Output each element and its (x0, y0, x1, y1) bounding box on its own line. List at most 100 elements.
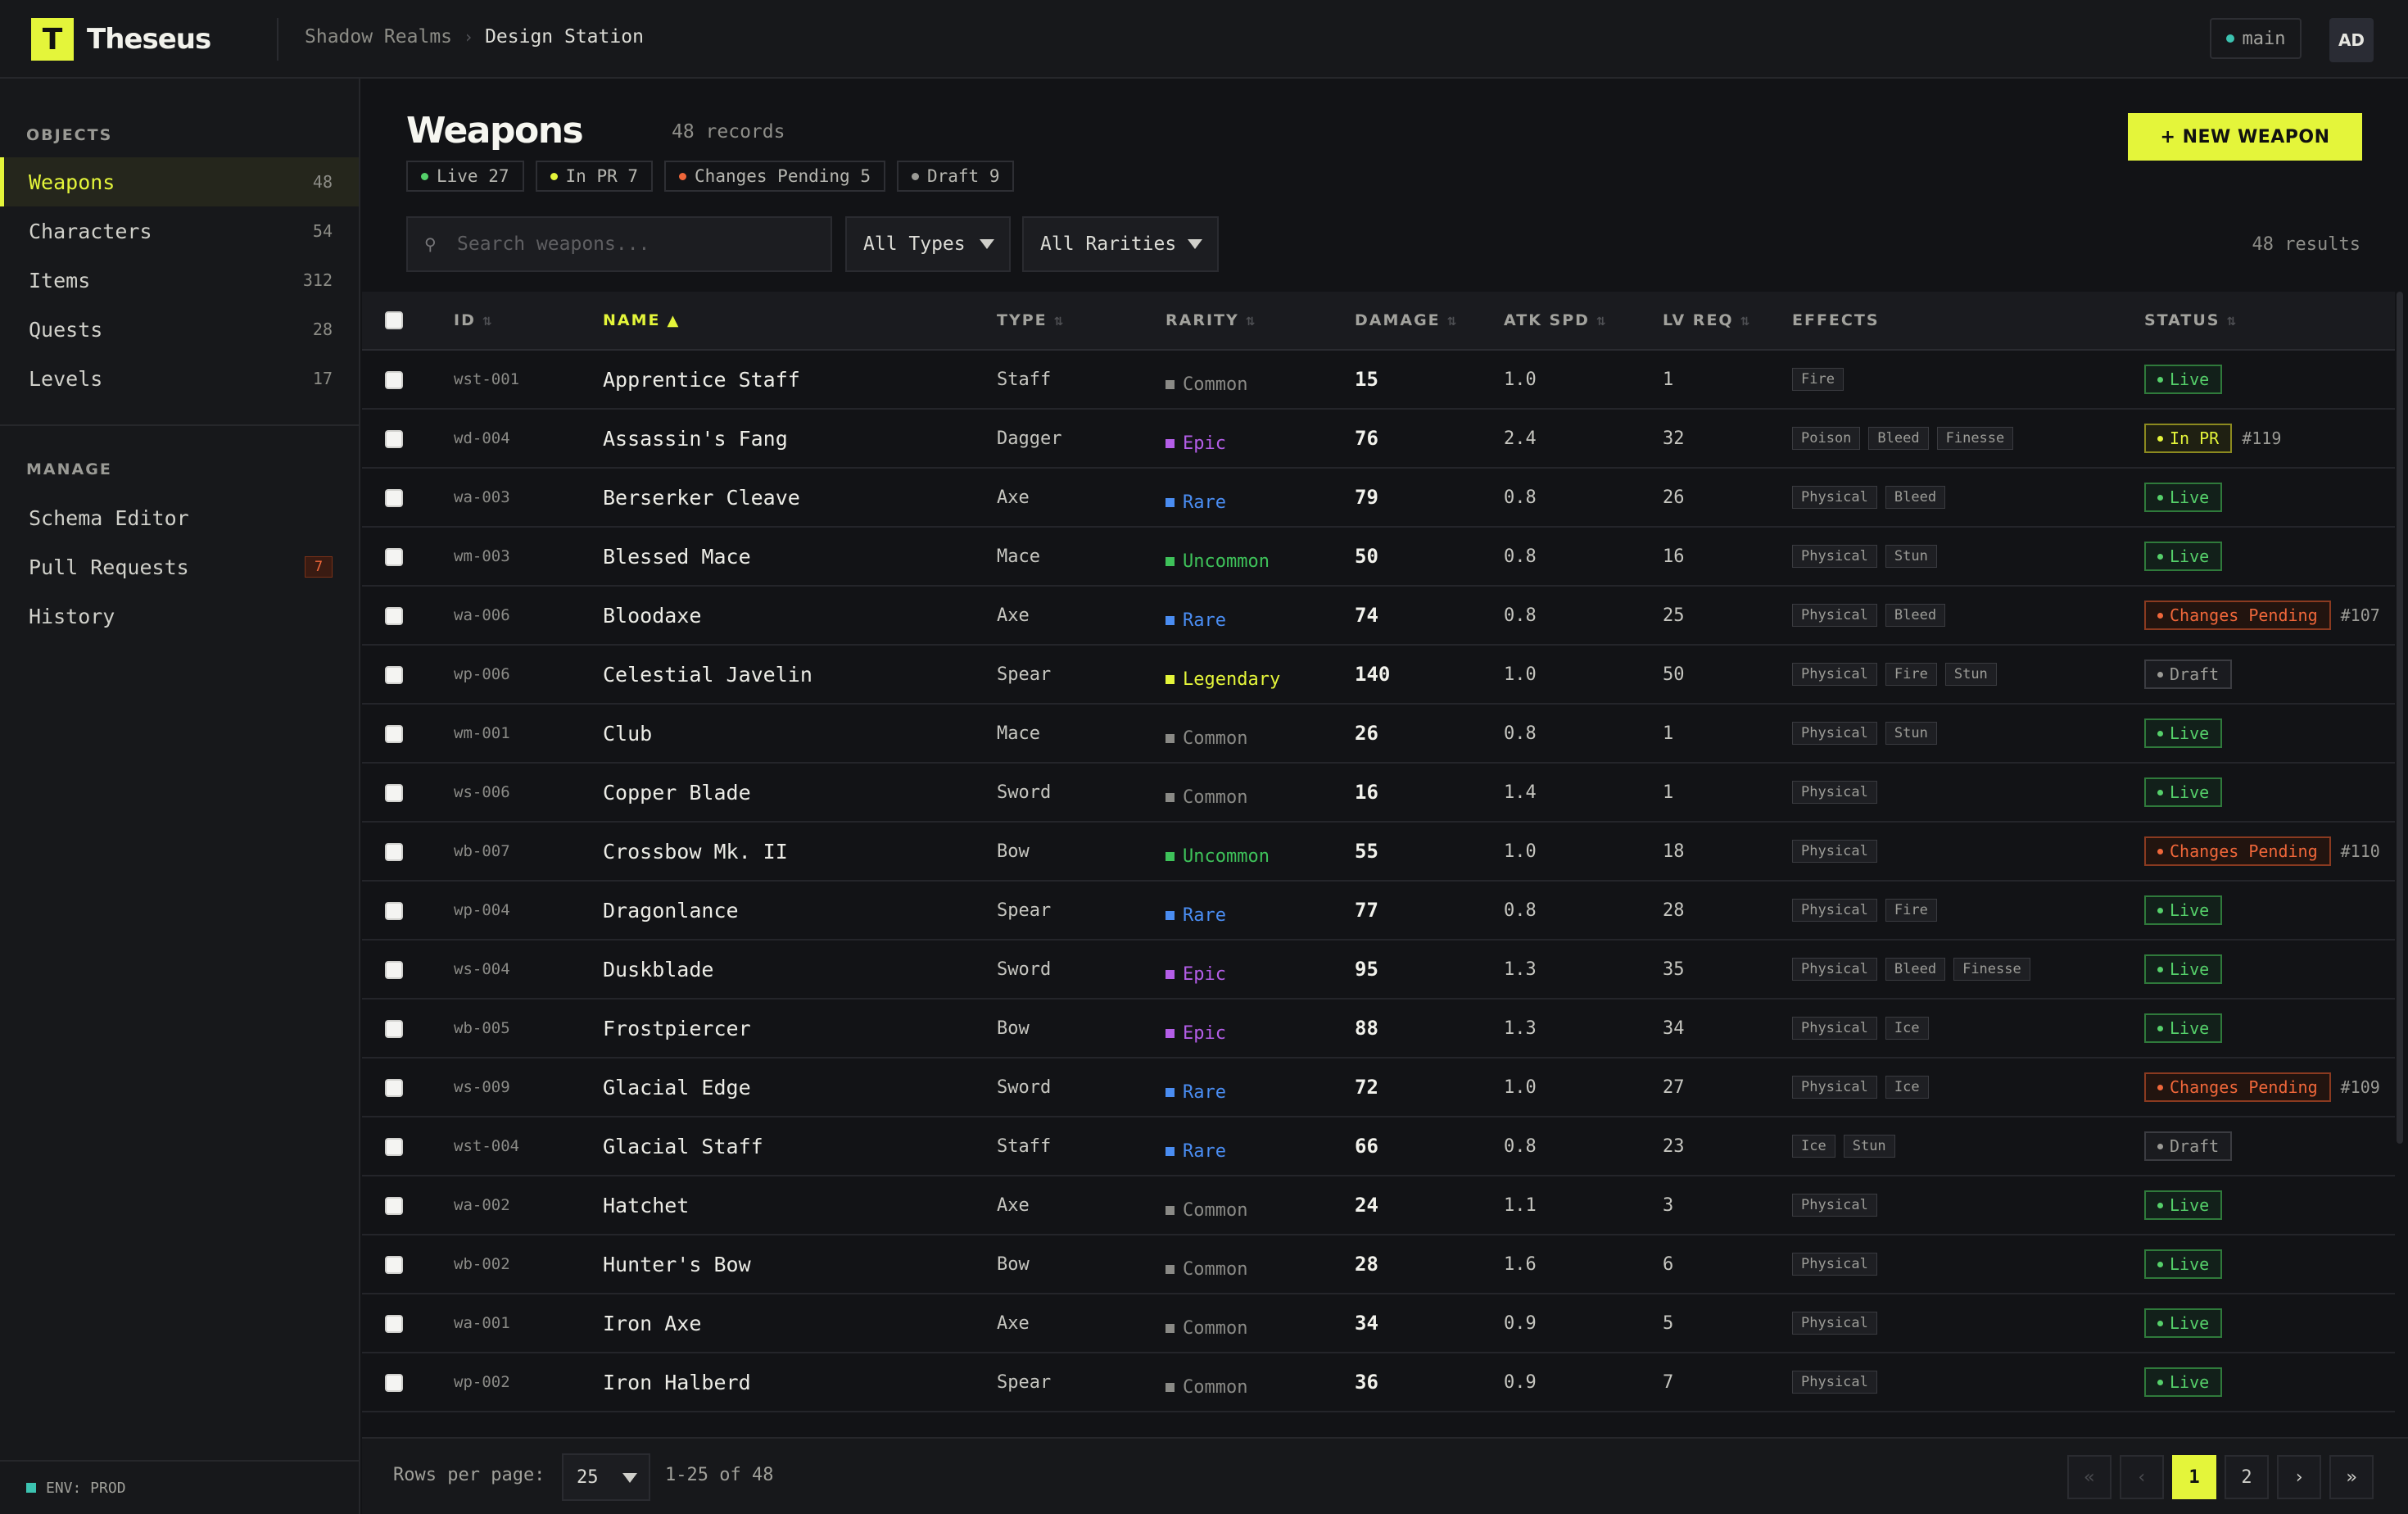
table-row[interactable]: wa-006 Bloodaxe Axe Rare 74 0.8 25 Physical Blee… (362, 587, 2395, 646)
column-header-name[interactable]: NAME ▲ (603, 311, 680, 329)
cell-name[interactable]: Club (603, 705, 652, 762)
status-badge[interactable]: Live (2144, 718, 2223, 748)
row-checkbox[interactable] (385, 548, 403, 566)
table-row[interactable]: wb-002 Hunter's Bow Bow Common 28 1.6 6 Physica… (362, 1235, 2395, 1294)
table-row[interactable]: wp-006 Celestial Javelin Spear Legendary 140… (362, 646, 2395, 705)
table-row[interactable]: wm-001 Club Mace Common 26 0.8 1 Physical Stun Li… (362, 705, 2395, 764)
pull-request-link[interactable]: #119 (2242, 428, 2281, 448)
cell-name[interactable]: Dragonlance (603, 882, 739, 939)
column-header-atk-spd[interactable]: ATK SPD ⇅ (1504, 311, 1608, 329)
status-badge[interactable]: Live (2144, 542, 2223, 571)
type-filter-select[interactable]: All Types (845, 216, 1011, 272)
table-row[interactable]: wp-004 Dragonlance Spear Rare 77 0.8 28 Physica… (362, 882, 2395, 941)
table-row[interactable]: wb-007 Crossbow Mk. II Bow Uncommon 55 1.0 18 P… (362, 823, 2395, 882)
cell-name[interactable]: Apprentice Staff (603, 351, 800, 408)
breadcrumb-project[interactable]: Shadow Realms (305, 26, 452, 48)
table-row[interactable]: wd-004 Assassin's Fang Dagger Epic 76 2.4 32 Po… (362, 410, 2395, 469)
cell-name[interactable]: Blessed Mace (603, 528, 751, 585)
status-badge[interactable]: Changes Pending (2144, 1072, 2331, 1102)
table-row[interactable]: ws-006 Copper Blade Sword Common 16 1.4 1 Physi… (362, 764, 2395, 823)
table-row[interactable]: wst-004 Glacial Staff Staff Rare 66 0.8 23 Ice S… (362, 1117, 2395, 1176)
status-badge[interactable]: Changes Pending (2144, 836, 2331, 866)
status-badge[interactable]: Draft (2144, 660, 2233, 689)
cell-name[interactable]: Berserker Cleave (603, 469, 800, 526)
column-header-status[interactable]: STATUS ⇅ (2144, 311, 2238, 329)
status-chip-in-pr[interactable]: In PR 7 (535, 161, 654, 192)
rarity-filter-select[interactable]: All Rarities (1022, 216, 1219, 272)
table-row[interactable]: wst-001 Apprentice Staff Staff Common 15 1.0 1… (362, 351, 2395, 410)
cell-name[interactable]: Frostpiercer (603, 1000, 751, 1057)
user-avatar[interactable]: AD (2329, 18, 2374, 62)
row-checkbox[interactable] (385, 725, 403, 743)
cell-name[interactable]: Celestial Javelin (603, 646, 812, 703)
table-scrollbar[interactable] (2397, 292, 2403, 1144)
select-all-checkbox[interactable] (385, 311, 403, 329)
column-header-rarity[interactable]: RARITY ⇅ (1166, 311, 1257, 329)
sidebar-item-history[interactable]: History (0, 592, 359, 641)
column-header-lv-req[interactable]: LV REQ ⇅ (1663, 311, 1751, 329)
row-checkbox[interactable] (385, 1256, 403, 1274)
sidebar-item-quests[interactable]: Quests 28 (0, 305, 359, 354)
row-checkbox[interactable] (385, 843, 403, 861)
cell-name[interactable]: Crossbow Mk. II (603, 823, 788, 880)
status-chip-live[interactable]: Live 27 (406, 161, 524, 192)
row-checkbox[interactable] (385, 961, 403, 979)
row-checkbox[interactable] (385, 1197, 403, 1215)
row-checkbox[interactable] (385, 607, 403, 625)
status-badge[interactable]: Live (2144, 365, 2223, 394)
status-badge[interactable]: Live (2144, 1367, 2223, 1397)
table-row[interactable]: wa-003 Berserker Cleave Axe Rare 79 0.8 26 Phys… (362, 469, 2395, 528)
cell-name[interactable]: Hatchet (603, 1176, 689, 1234)
status-badge[interactable]: Live (2144, 1013, 2223, 1043)
sidebar-item-weapons[interactable]: Weapons 48 (0, 157, 359, 206)
status-badge[interactable]: In PR (2144, 424, 2233, 453)
row-checkbox[interactable] (385, 1079, 403, 1097)
next-page-button[interactable]: › (2277, 1455, 2321, 1499)
pull-request-link[interactable]: #110 (2341, 841, 2380, 861)
cell-name[interactable]: Iron Halberd (603, 1353, 751, 1411)
sidebar-item-schema-editor[interactable]: Schema Editor (0, 493, 359, 542)
row-checkbox[interactable] (385, 902, 403, 920)
last-page-button[interactable]: » (2329, 1455, 2374, 1499)
row-checkbox[interactable] (385, 489, 403, 507)
search-input[interactable] (455, 233, 819, 256)
cell-name[interactable]: Copper Blade (603, 764, 751, 821)
table-row[interactable]: wb-005 Frostpiercer Bow Epic 88 1.3 34 Physical… (362, 1000, 2395, 1058)
status-badge[interactable]: Live (2144, 1190, 2223, 1220)
table-row[interactable]: ws-009 Glacial Edge Sword Rare 72 1.0 27 Physic… (362, 1058, 2395, 1117)
row-checkbox[interactable] (385, 1374, 403, 1392)
status-chip-draft[interactable]: Draft 9 (896, 161, 1015, 192)
status-badge[interactable]: Live (2144, 777, 2223, 807)
first-page-button[interactable]: « (2067, 1455, 2112, 1499)
cell-name[interactable]: Glacial Staff (603, 1117, 763, 1175)
pull-request-link[interactable]: #109 (2341, 1077, 2380, 1097)
status-chip-changes-pending[interactable]: Changes Pending 5 (664, 161, 885, 192)
status-badge[interactable]: Live (2144, 483, 2223, 512)
page-2-button[interactable]: 2 (2225, 1455, 2269, 1499)
row-checkbox[interactable] (385, 666, 403, 684)
row-checkbox[interactable] (385, 430, 403, 448)
prev-page-button[interactable]: ‹ (2120, 1455, 2164, 1499)
table-row[interactable]: wa-001 Iron Axe Axe Common 34 0.9 5 Physical Liv… (362, 1294, 2395, 1353)
breadcrumb-workspace[interactable]: Design Station (485, 26, 644, 48)
column-header-type[interactable]: TYPE ⇅ (997, 311, 1065, 329)
pull-request-link[interactable]: #107 (2341, 605, 2380, 625)
status-badge[interactable]: Live (2144, 895, 2223, 925)
row-checkbox[interactable] (385, 1138, 403, 1156)
row-checkbox[interactable] (385, 1315, 403, 1333)
sidebar-item-items[interactable]: Items 312 (0, 256, 359, 305)
row-checkbox[interactable] (385, 1020, 403, 1038)
cell-name[interactable]: Bloodaxe (603, 587, 701, 644)
cell-name[interactable]: Duskblade (603, 941, 713, 998)
status-badge[interactable]: Draft (2144, 1131, 2233, 1161)
column-header-id[interactable]: ID ⇅ (454, 311, 494, 329)
cell-name[interactable]: Hunter's Bow (603, 1235, 751, 1293)
status-badge[interactable]: Live (2144, 1308, 2223, 1338)
table-row[interactable]: wa-002 Hatchet Axe Common 24 1.1 3 Physical Live (362, 1176, 2395, 1235)
sidebar-item-characters[interactable]: Characters 54 (0, 206, 359, 256)
branch-selector[interactable]: main (2210, 18, 2302, 59)
cell-name[interactable]: Iron Axe (603, 1294, 701, 1352)
column-header-damage[interactable]: DAMAGE ⇅ (1355, 311, 1458, 329)
table-row[interactable]: ws-004 Duskblade Sword Epic 95 1.3 35 Physical B… (362, 941, 2395, 1000)
status-badge[interactable]: Live (2144, 1249, 2223, 1279)
